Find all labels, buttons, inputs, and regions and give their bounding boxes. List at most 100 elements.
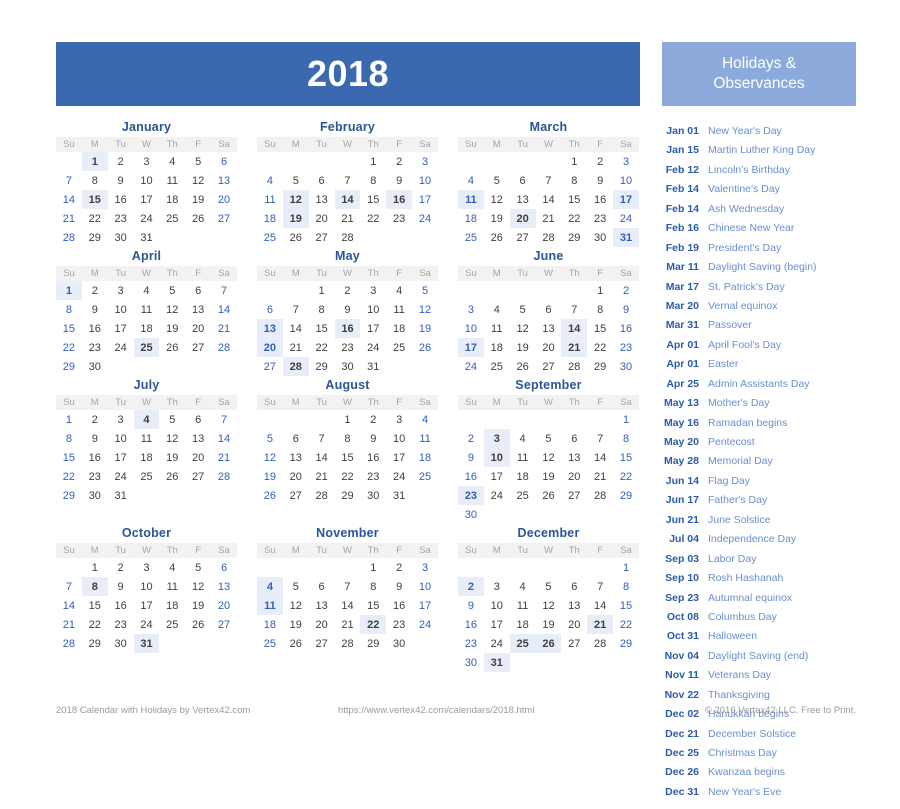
day-cell[interactable]: 2: [108, 152, 134, 171]
day-cell[interactable]: 29: [613, 486, 639, 505]
day-cell[interactable]: 18: [510, 615, 536, 634]
day-cell[interactable]: 3: [412, 558, 438, 577]
day-cell[interactable]: 30: [613, 357, 639, 376]
day-cell[interactable]: 17: [134, 596, 160, 615]
day-cell[interactable]: 30: [335, 357, 361, 376]
day-cell[interactable]: 10: [484, 596, 510, 615]
day-cell[interactable]: 2: [386, 152, 412, 171]
day-cell[interactable]: 22: [309, 338, 335, 357]
day-cell[interactable]: 12: [536, 596, 562, 615]
day-cell[interactable]: 6: [309, 171, 335, 190]
day-cell[interactable]: 4: [159, 152, 185, 171]
day-cell[interactable]: 3: [134, 558, 160, 577]
day-cell[interactable]: 25: [134, 467, 160, 486]
day-cell[interactable]: 20: [309, 209, 335, 228]
day-cell[interactable]: 7: [335, 577, 361, 596]
day-cell[interactable]: 9: [108, 171, 134, 190]
day-cell[interactable]: 21: [56, 209, 82, 228]
day-cell[interactable]: 19: [484, 209, 510, 228]
day-cell[interactable]: 2: [587, 152, 613, 171]
day-cell[interactable]: 25: [257, 634, 283, 653]
day-cell[interactable]: 27: [185, 467, 211, 486]
day-cell[interactable]: 25: [510, 486, 536, 505]
day-cell[interactable]: 18: [134, 319, 160, 338]
day-cell[interactable]: 10: [483, 448, 510, 467]
day-cell[interactable]: 15: [613, 448, 639, 467]
day-cell[interactable]: 15: [81, 190, 108, 209]
day-cell[interactable]: 1: [335, 410, 361, 429]
day-cell[interactable]: 14: [56, 190, 82, 209]
day-cell[interactable]: 8: [335, 429, 361, 448]
day-cell[interactable]: 26: [535, 634, 562, 653]
day-cell[interactable]: 24: [134, 209, 160, 228]
day-cell[interactable]: 4: [134, 281, 160, 300]
day-cell[interactable]: 21: [211, 319, 237, 338]
day-cell[interactable]: 26: [484, 228, 510, 247]
day-cell[interactable]: 24: [360, 338, 386, 357]
day-cell[interactable]: 12: [282, 190, 309, 209]
day-cell[interactable]: 27: [536, 357, 562, 376]
day-cell[interactable]: 10: [360, 300, 386, 319]
day-cell[interactable]: 30: [458, 653, 484, 672]
day-cell[interactable]: 6: [185, 410, 211, 429]
day-cell[interactable]: 27: [257, 357, 283, 376]
day-cell[interactable]: 10: [412, 171, 438, 190]
day-cell[interactable]: 30: [386, 634, 412, 653]
day-cell[interactable]: 25: [133, 338, 160, 357]
day-cell[interactable]: 12: [185, 577, 211, 596]
day-cell[interactable]: 17: [360, 319, 386, 338]
day-cell[interactable]: 31: [108, 486, 134, 505]
day-cell[interactable]: 9: [386, 577, 412, 596]
day-cell[interactable]: 26: [283, 228, 309, 247]
day-cell[interactable]: 3: [108, 410, 134, 429]
day-cell[interactable]: 21: [335, 209, 361, 228]
day-cell[interactable]: 13: [211, 171, 237, 190]
day-cell[interactable]: 7: [335, 171, 361, 190]
day-cell[interactable]: 1: [56, 281, 82, 300]
day-cell[interactable]: 2: [458, 577, 484, 596]
day-cell[interactable]: 12: [412, 300, 438, 319]
day-cell[interactable]: 19: [283, 615, 309, 634]
day-cell[interactable]: 1: [360, 152, 386, 171]
day-cell[interactable]: 21: [309, 467, 335, 486]
day-cell[interactable]: 26: [159, 338, 185, 357]
day-cell[interactable]: 28: [56, 228, 82, 247]
day-cell[interactable]: 17: [412, 596, 438, 615]
day-cell[interactable]: 25: [159, 615, 185, 634]
day-cell[interactable]: 29: [82, 634, 108, 653]
day-cell[interactable]: 19: [282, 209, 309, 228]
day-cell[interactable]: 23: [108, 615, 134, 634]
day-cell[interactable]: 3: [108, 281, 134, 300]
day-cell[interactable]: 30: [587, 228, 613, 247]
day-cell[interactable]: 11: [159, 577, 185, 596]
day-cell[interactable]: 30: [82, 357, 108, 376]
day-cell[interactable]: 12: [536, 448, 562, 467]
day-cell[interactable]: 8: [561, 171, 587, 190]
day-cell[interactable]: 27: [309, 228, 335, 247]
day-cell[interactable]: 9: [458, 596, 484, 615]
day-cell[interactable]: 2: [458, 429, 484, 448]
day-cell[interactable]: 19: [510, 338, 536, 357]
day-cell[interactable]: 25: [484, 357, 510, 376]
day-cell[interactable]: 11: [257, 596, 283, 615]
day-cell[interactable]: 3: [360, 281, 386, 300]
day-cell[interactable]: 28: [587, 486, 613, 505]
day-cell[interactable]: 8: [56, 300, 82, 319]
day-cell[interactable]: 8: [360, 577, 386, 596]
day-cell[interactable]: 4: [257, 577, 283, 596]
day-cell[interactable]: 27: [185, 338, 211, 357]
day-cell[interactable]: 27: [283, 486, 309, 505]
day-cell[interactable]: 18: [159, 190, 185, 209]
day-cell[interactable]: 19: [257, 467, 283, 486]
day-cell[interactable]: 7: [536, 171, 562, 190]
day-cell[interactable]: 26: [283, 634, 309, 653]
day-cell[interactable]: 22: [56, 338, 82, 357]
day-cell[interactable]: 12: [257, 448, 283, 467]
day-cell[interactable]: 15: [56, 319, 82, 338]
day-cell[interactable]: 6: [211, 152, 237, 171]
day-cell[interactable]: 22: [360, 615, 387, 634]
day-cell[interactable]: 2: [82, 281, 108, 300]
day-cell[interactable]: 21: [56, 615, 82, 634]
day-cell[interactable]: 19: [159, 319, 185, 338]
day-cell[interactable]: 4: [257, 171, 283, 190]
